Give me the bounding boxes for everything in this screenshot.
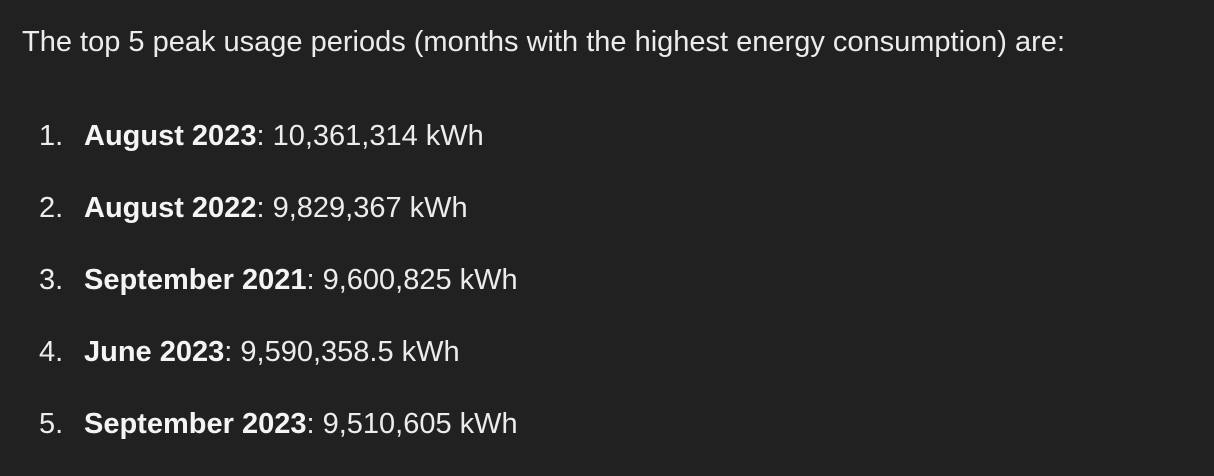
list-item: 1. August 2023: 10,361,314 kWh (22, 116, 518, 188)
list-item-colon: : (306, 264, 315, 296)
list-item-period: August 2023 (84, 120, 257, 152)
list-item-period: June 2023 (84, 336, 225, 368)
list-item-value: 9,590,358.5 kWh (232, 336, 460, 368)
list-item: 5. September 2023: 9,510,605 kWh (22, 404, 518, 476)
intro-text: The top 5 peak usage periods (months wit… (22, 26, 1065, 58)
list-item: 2. August 2022: 9,829,367 kWh (22, 188, 518, 260)
list-item-value: 10,361,314 kWh (264, 120, 484, 152)
list-item-number: 4. (39, 336, 64, 368)
list-item-number: 2. (39, 192, 64, 224)
list-item-value: 9,510,605 kWh (314, 408, 518, 440)
list-item: 4. June 2023: 9,590,358.5 kWh (22, 332, 518, 404)
list-item-colon: : (306, 408, 315, 440)
list-item-colon: : (256, 192, 265, 224)
list-item-period: September 2023 (84, 408, 307, 440)
list-item: 3. September 2021: 9,600,825 kWh (22, 260, 518, 332)
list-item-value: 9,829,367 kWh (264, 192, 468, 224)
list-item-value: 9,600,825 kWh (314, 264, 518, 296)
peak-usage-list: 1. August 2023: 10,361,314 kWh 2. August… (22, 116, 518, 476)
list-item-number: 3. (39, 264, 64, 296)
list-item-number: 5. (39, 408, 64, 440)
list-item-colon: : (256, 120, 265, 152)
list-item-period: September 2021 (84, 264, 307, 296)
list-item-period: August 2022 (84, 192, 257, 224)
list-item-number: 1. (39, 120, 64, 152)
